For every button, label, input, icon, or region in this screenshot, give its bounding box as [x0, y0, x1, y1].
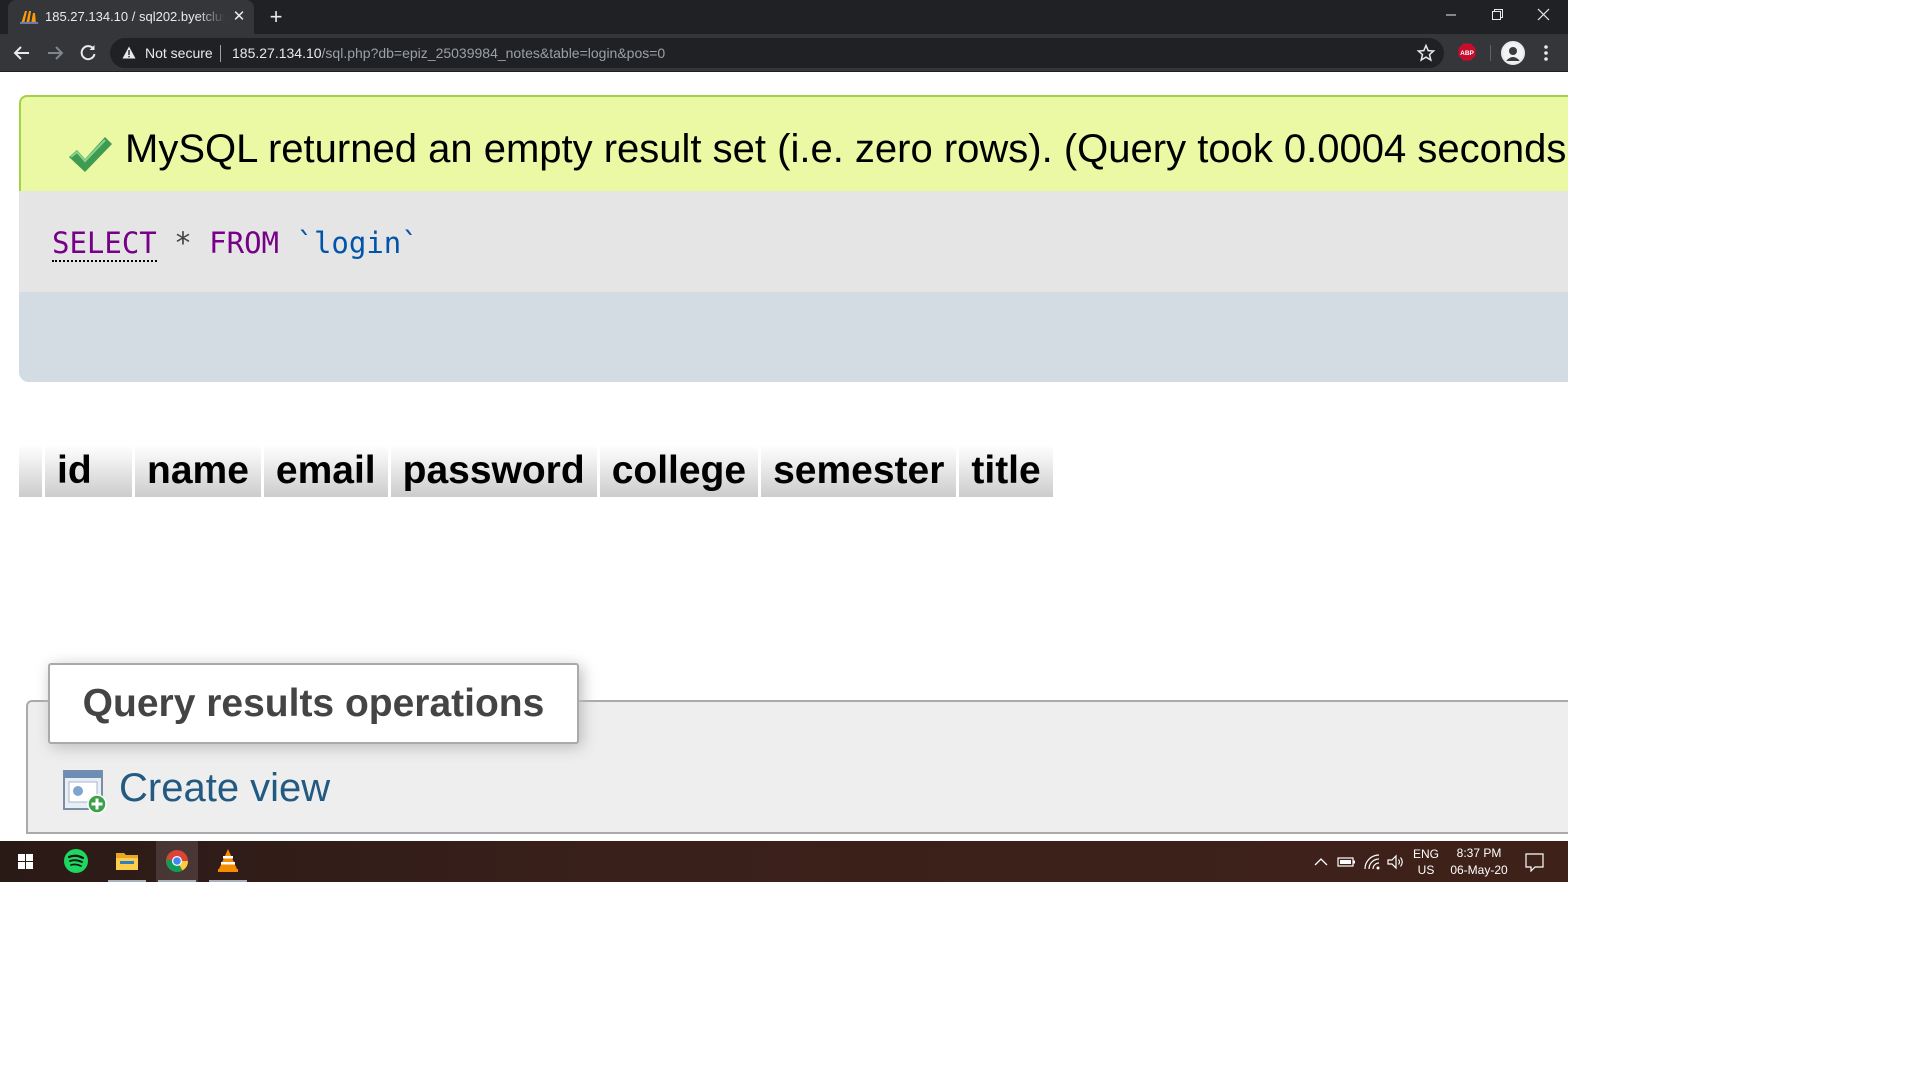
sql-table-name: `login` — [296, 226, 419, 260]
forward-button[interactable] — [42, 40, 68, 66]
running-indicator — [209, 880, 247, 882]
omnibox-divider — [220, 45, 221, 62]
close-window-button[interactable] — [1520, 0, 1566, 34]
region-code: US — [1417, 863, 1435, 877]
bookmark-star-icon[interactable] — [1416, 43, 1436, 63]
column-header-id[interactable]: id — [45, 445, 132, 497]
running-indicator — [108, 880, 146, 882]
minimize-icon — [1446, 14, 1456, 16]
clock-time: 8:37 PM — [1456, 846, 1502, 860]
spotify-taskbar-button[interactable] — [55, 841, 97, 882]
windows-taskbar: ENG US 8:37 PM 06-May-20 — [0, 841, 1568, 882]
column-header-college[interactable]: college — [599, 445, 759, 497]
input-language-indicator[interactable]: ENG US — [1408, 846, 1444, 878]
column-header-blank — [19, 445, 42, 497]
address-bar[interactable]: Not secure 185.27.134.10/sql.php?db=epiz… — [110, 38, 1444, 68]
profile-avatar[interactable] — [1501, 41, 1525, 65]
adblock-label: ABP — [1460, 50, 1474, 57]
success-message: MySQL returned an empty result set (i.e.… — [125, 127, 1568, 171]
sql-keyword-select[interactable]: SELECT — [52, 226, 157, 262]
more-menu-icon[interactable] — [1536, 42, 1556, 64]
sql-keyword-from: FROM — [209, 226, 280, 260]
minimize-button[interactable] — [1428, 0, 1474, 34]
reload-button[interactable] — [75, 40, 101, 66]
security-status[interactable]: Not secure — [145, 45, 213, 61]
url-text[interactable]: 185.27.134.10/sql.php?db=epiz_25039984_n… — [232, 45, 665, 61]
url-host: 185.27.134.10 — [232, 45, 322, 61]
start-button[interactable] — [4, 841, 46, 882]
language-code: ENG — [1412, 847, 1439, 861]
sql-star: * — [174, 226, 192, 260]
column-header-password[interactable]: password — [390, 445, 597, 497]
browser-toolbar: Not secure 185.27.134.10/sql.php?db=epiz… — [0, 34, 1568, 72]
spotify-icon — [64, 849, 88, 873]
windows-start-icon — [18, 854, 33, 869]
user-avatar-icon — [1503, 43, 1523, 63]
column-header-title[interactable]: title — [959, 445, 1053, 497]
create-view-label: Create view — [119, 766, 331, 810]
page-content: MySQL returned an empty result set (i.e.… — [0, 72, 1568, 841]
sql-query: SELECT * FROM `login` — [52, 226, 419, 262]
show-hidden-icons-icon[interactable] — [1312, 853, 1330, 871]
restore-icon — [1492, 9, 1503, 20]
volume-icon[interactable] — [1385, 852, 1405, 872]
query-results-operations-legend: Query results operations — [48, 663, 579, 744]
vlc-icon — [218, 849, 238, 872]
action-center-icon[interactable] — [1524, 852, 1546, 872]
vlc-taskbar-button[interactable] — [207, 841, 249, 882]
restore-button[interactable] — [1474, 0, 1520, 34]
adblock-plus-icon[interactable]: ABP — [1458, 43, 1476, 61]
success-message-box: MySQL returned an empty result set (i.e.… — [19, 95, 1568, 191]
tab-close-icon[interactable]: ✕ — [230, 8, 248, 26]
results-table-header: id name email password college semester … — [19, 445, 1056, 497]
sql-query-box: SELECT * FROM `login` — [19, 191, 1568, 382]
operations-legend-label: Query results operations — [82, 682, 545, 725]
url-path: /sql.php?db=epiz_25039984_notes&table=lo… — [321, 45, 666, 61]
toolbar-divider — [1490, 45, 1491, 61]
browser-tab[interactable]: 185.27.134.10 / sql202.byetcluster.com ✕ — [8, 0, 254, 34]
arrow-right-icon — [48, 46, 64, 60]
warning-icon — [122, 46, 136, 59]
column-header-semester[interactable]: semester — [761, 445, 957, 497]
success-check-icon — [69, 137, 112, 172]
back-button[interactable] — [9, 40, 35, 66]
file-explorer-taskbar-button[interactable] — [106, 841, 148, 882]
close-icon — [1537, 8, 1550, 21]
wifi-icon[interactable] — [1362, 852, 1382, 872]
battery-icon[interactable] — [1337, 853, 1357, 871]
phpmyadmin-favicon-icon — [20, 11, 38, 24]
tab-title: 185.27.134.10 / sql202.byetcluster.com — [45, 9, 225, 24]
create-view-icon — [63, 770, 107, 814]
arrow-left-icon — [13, 46, 29, 60]
new-tab-button[interactable]: + — [264, 5, 288, 29]
clock-date: 06-May-20 — [1450, 863, 1508, 877]
running-indicator — [158, 880, 196, 882]
file-explorer-icon — [116, 853, 138, 870]
system-clock[interactable]: 8:37 PM 06-May-20 — [1446, 845, 1512, 879]
chrome-icon — [166, 850, 188, 872]
tab-strip: 185.27.134.10 / sql202.byetcluster.com ✕… — [0, 0, 1568, 34]
chrome-taskbar-button[interactable] — [156, 841, 198, 882]
column-header-name[interactable]: name — [135, 445, 261, 497]
reload-icon — [80, 45, 96, 61]
column-header-email[interactable]: email — [263, 445, 388, 497]
sql-tools-bar — [19, 292, 1568, 382]
